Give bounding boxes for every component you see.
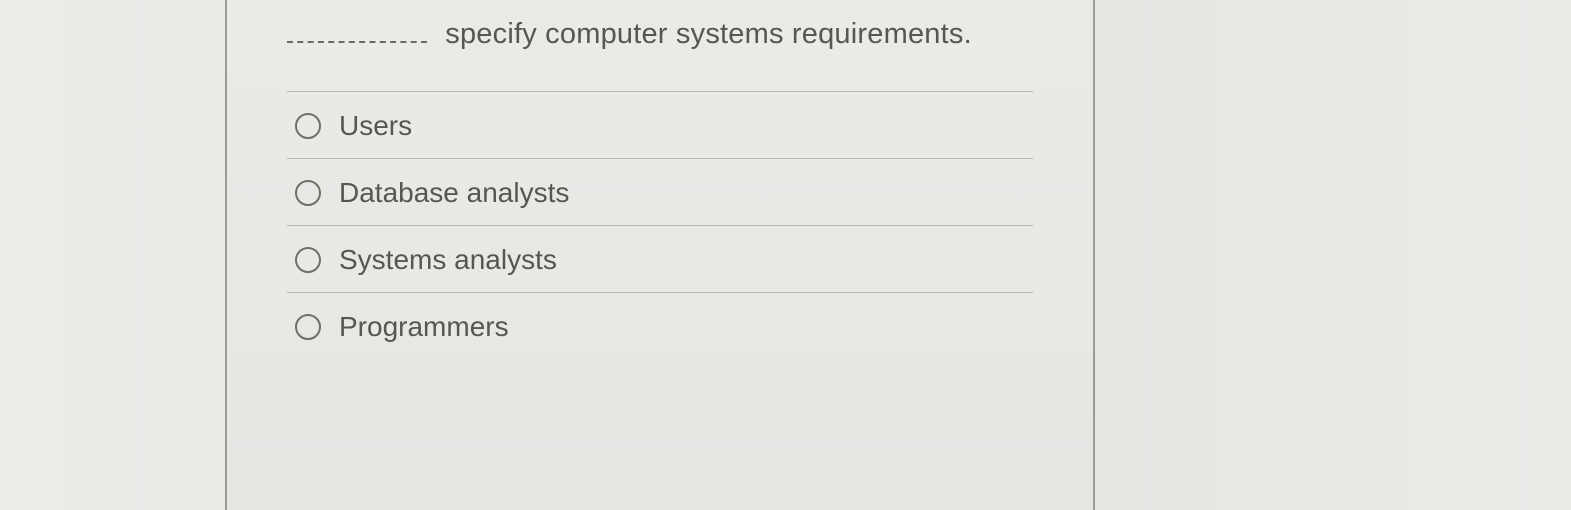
radio-icon <box>295 180 321 206</box>
question-stem: specify computer systems requirements. <box>227 0 1093 91</box>
radio-icon <box>295 113 321 139</box>
question-card: specify computer systems requirements. U… <box>225 0 1095 510</box>
option-database-analysts[interactable]: Database analysts <box>287 158 1033 225</box>
option-users[interactable]: Users <box>287 91 1033 158</box>
option-label: Database analysts <box>339 177 569 209</box>
fill-in-blank <box>287 30 427 43</box>
question-text: specify computer systems requirements. <box>445 18 972 50</box>
options-list: Users Database analysts Systems analysts… <box>227 91 1093 359</box>
radio-icon <box>295 314 321 340</box>
option-systems-analysts[interactable]: Systems analysts <box>287 225 1033 292</box>
page-surface: specify computer systems requirements. U… <box>0 0 1571 510</box>
option-programmers[interactable]: Programmers <box>287 292 1033 359</box>
option-label: Systems analysts <box>339 244 557 276</box>
radio-icon <box>295 247 321 273</box>
option-label: Users <box>339 110 412 142</box>
option-label: Programmers <box>339 311 509 343</box>
